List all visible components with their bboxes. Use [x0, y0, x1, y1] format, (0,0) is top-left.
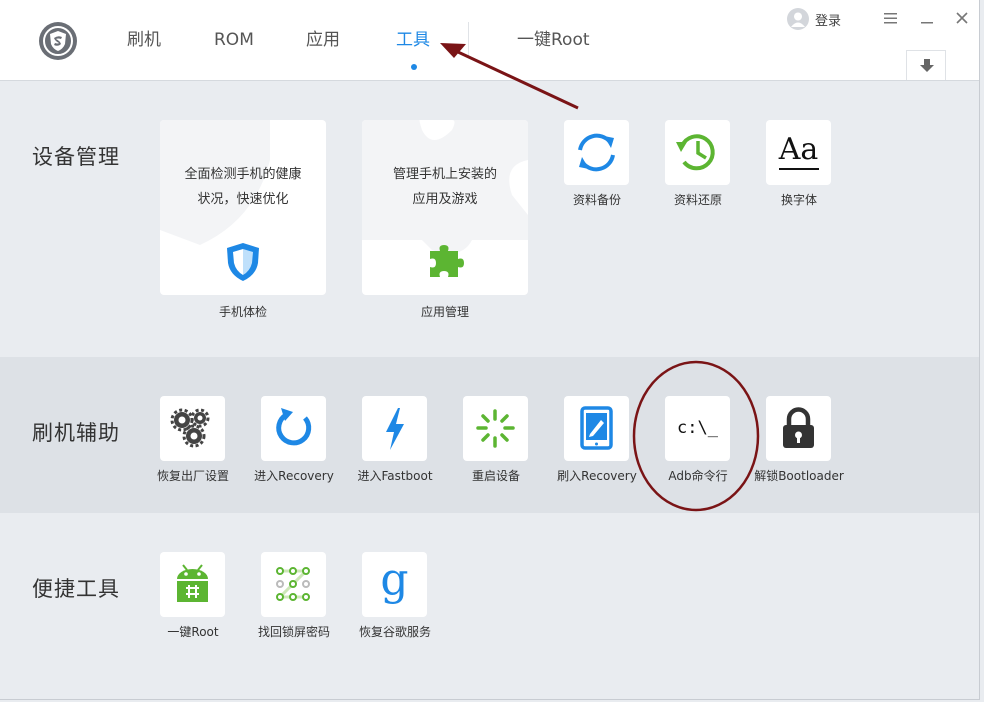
one-click-root-tile[interactable] [160, 552, 225, 617]
close-button[interactable] [953, 9, 971, 27]
font-icon: Aa [778, 132, 819, 167]
history-icon [676, 134, 715, 171]
change-font-tile[interactable]: Aa [766, 120, 831, 185]
android-icon [177, 564, 208, 602]
restore-google-services-tile[interactable]: g [362, 552, 427, 617]
active-tab-indicator [411, 64, 417, 70]
tab-apps[interactable]: 应用 [306, 29, 340, 51]
tile-label: 换字体 [780, 193, 817, 207]
tile-label: 资料备份 [572, 193, 621, 207]
section-title-device-management: 设备管理 [32, 145, 120, 169]
nav-divider [468, 22, 469, 58]
refresh-icon [276, 408, 312, 446]
lock-icon [783, 407, 814, 448]
adb-command-tile[interactable]: c:\_ [665, 396, 730, 461]
tile-label: Adb命令行 [668, 469, 728, 483]
user-icon [791, 12, 805, 27]
tile-label: 进入Fastboot [357, 469, 433, 483]
card-description: 状况，快速优化 [197, 192, 289, 207]
restore-tile[interactable] [665, 120, 730, 185]
section-title-quick-tools: 便捷工具 [32, 577, 120, 601]
top-header: 刷机 ROM 应用 工具 一键Root 登录 [0, 0, 979, 81]
font-underline [779, 168, 819, 170]
card-description: 全面检测手机的健康 [184, 167, 302, 182]
puzzle-icon [430, 245, 464, 277]
card-label: 手机体检 [218, 305, 267, 319]
tile-label: 恢复谷歌服务 [358, 625, 431, 639]
minimize-icon [921, 22, 933, 24]
google-icon: g [380, 554, 409, 605]
app-management-card[interactable]: 管理手机上安装的 应用及游戏 [362, 120, 528, 295]
pattern-lock-icon [276, 567, 310, 601]
quick-tools-section: 便捷工具 一键Root 找回锁屏密码 g 恢复谷歌服务 [0, 513, 979, 699]
minimize-button[interactable] [918, 9, 936, 27]
menu-button[interactable] [882, 9, 900, 27]
flash-assist-section: 刷机辅助 恢复出厂设置 进入Recovery 进入Fastboot 重启设备 刷… [0, 357, 979, 513]
reboot-device-tile[interactable] [463, 396, 528, 461]
lightning-icon [386, 408, 404, 450]
shield-logo-icon [43, 26, 73, 56]
tab-tools[interactable]: 工具 [396, 29, 430, 51]
tab-one-click-root[interactable]: 一键Root [517, 29, 590, 51]
tile-label: 刷入Recovery [557, 469, 637, 483]
sync-icon [578, 133, 615, 172]
enter-fastboot-tile[interactable] [362, 396, 427, 461]
backup-tile[interactable] [564, 120, 629, 185]
tile-label: 恢复出厂设置 [156, 469, 229, 483]
section-title-flash-assist: 刷机辅助 [32, 421, 120, 445]
app-logo[interactable] [39, 22, 77, 60]
tile-label: 找回锁屏密码 [257, 625, 330, 639]
enter-recovery-tile[interactable] [261, 396, 326, 461]
loading-icon [476, 409, 515, 448]
download-arrow-icon [920, 59, 934, 72]
download-button[interactable] [906, 50, 946, 80]
card-description: 管理手机上安装的 [392, 167, 497, 182]
tablet-icon [580, 406, 613, 450]
shield-icon [227, 243, 259, 281]
app-window: 刷机 ROM 应用 工具 一键Root 登录 设备管理 全面检测手机的健康 状况… [0, 0, 980, 700]
tile-label: 资料还原 [673, 193, 722, 207]
gears-icon [170, 408, 210, 448]
flash-recovery-tile[interactable] [564, 396, 629, 461]
phone-checkup-card[interactable]: 全面检测手机的健康 状况，快速优化 [160, 120, 326, 295]
tab-flash[interactable]: 刷机 [127, 29, 161, 51]
recover-lock-password-tile[interactable] [261, 552, 326, 617]
tile-label: 一键Root [167, 625, 219, 639]
device-management-section: 设备管理 全面检测手机的健康 状况，快速优化 手机体检 管理手机上安装的 应用及… [0, 81, 979, 357]
login-link[interactable]: 登录 [815, 10, 841, 29]
card-description: 应用及游戏 [412, 192, 478, 207]
tab-rom[interactable]: ROM [214, 29, 254, 51]
hamburger-icon [884, 13, 897, 24]
factory-reset-tile[interactable] [160, 396, 225, 461]
terminal-icon: c:\_ [677, 418, 718, 438]
tile-label: 进入Recovery [254, 469, 334, 483]
card-label: 应用管理 [420, 305, 469, 319]
tile-label: 解锁Bootloader [754, 469, 844, 483]
close-icon [956, 12, 968, 24]
tile-label: 重启设备 [471, 469, 520, 483]
unlock-bootloader-tile[interactable] [766, 396, 831, 461]
user-avatar[interactable] [787, 8, 809, 30]
